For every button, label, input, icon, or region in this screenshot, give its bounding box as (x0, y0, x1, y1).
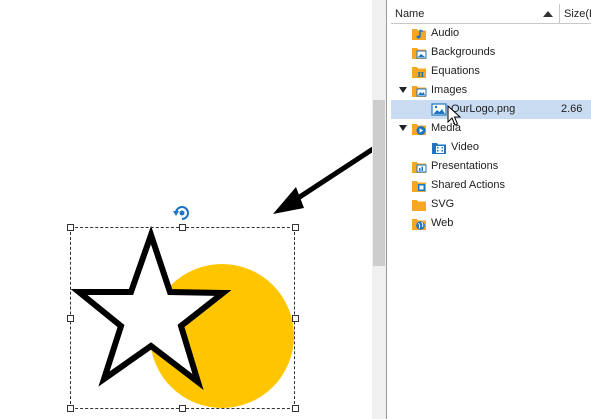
rotate-handle-icon[interactable] (172, 203, 192, 223)
library-item-label: Web (431, 217, 454, 229)
column-name-header[interactable]: Name (395, 8, 424, 20)
canvas-scrollbar-thumb[interactable] (373, 100, 385, 266)
resize-handle-w[interactable] (67, 315, 74, 322)
resize-handle-sw[interactable] (67, 405, 74, 412)
images-folder-icon (412, 86, 427, 97)
svg-text:π: π (418, 70, 425, 79)
selection-box[interactable] (70, 227, 295, 409)
shared-actions-folder-icon (412, 181, 426, 192)
callout-arrow-shaft (290, 146, 372, 205)
library-item-images[interactable]: Images (391, 81, 591, 100)
expand-chevron-icon[interactable] (399, 87, 407, 93)
media-folder-icon (412, 124, 426, 135)
resize-handle-e[interactable] (292, 315, 299, 322)
library-item-label: Equations (431, 65, 480, 77)
resize-handle-ne[interactable] (292, 224, 299, 231)
resize-handle-n[interactable] (179, 224, 186, 231)
image-file-icon (431, 103, 447, 116)
library-item-label: Images (431, 84, 468, 96)
library-item-svg[interactable]: SVG (391, 195, 591, 214)
library-item-web[interactable]: Web (391, 214, 591, 233)
library-item-label: Shared Actions (431, 179, 505, 191)
library-item-label: Backgrounds (431, 46, 496, 58)
svg-folder-icon (412, 200, 426, 211)
resize-handle-se[interactable] (292, 405, 299, 412)
column-divider[interactable] (559, 4, 560, 24)
web-folder-icon (412, 219, 426, 230)
expand-chevron-icon[interactable] (399, 125, 407, 131)
library-item-audio[interactable]: Audio (391, 24, 591, 43)
library-item-media[interactable]: Media (391, 119, 591, 138)
callout-arrow-head (273, 187, 304, 214)
backgrounds-folder-icon (412, 48, 427, 59)
column-size-header[interactable]: Size(K (564, 8, 591, 20)
library-item-label: Video (451, 141, 479, 153)
library-item-label: Presentations (431, 160, 499, 172)
library-panel: Name Size(K Audio Backgrounds π Equation… (386, 0, 591, 419)
library-item-video[interactable]: Video (391, 138, 591, 157)
library-item-equations[interactable]: π Equations (391, 62, 591, 81)
library-item-size: 2.66 (561, 103, 583, 115)
library-item-shared-actions[interactable]: Shared Actions (391, 176, 591, 195)
sort-ascending-icon[interactable] (543, 11, 553, 17)
library-item-label: Audio (431, 27, 460, 39)
library-item-presentations[interactable]: Presentations (391, 157, 591, 176)
mouse-pointer-icon (447, 105, 461, 126)
library-item-ourlogo[interactable]: OurLogo.png 2.66 (391, 100, 591, 119)
audio-folder-icon (412, 29, 426, 40)
video-folder-icon (432, 143, 446, 154)
resize-handle-nw[interactable] (67, 224, 74, 231)
resize-handle-s[interactable] (179, 405, 186, 412)
presentations-folder-icon (412, 162, 427, 173)
stage-canvas[interactable] (0, 0, 372, 419)
library-column-header: Name Size(K (391, 4, 591, 24)
library-item-label: SVG (431, 198, 455, 210)
equations-folder-icon: π (412, 67, 426, 79)
canvas-scrollbar[interactable] (372, 0, 386, 419)
library-item-backgrounds[interactable]: Backgrounds (391, 43, 591, 62)
